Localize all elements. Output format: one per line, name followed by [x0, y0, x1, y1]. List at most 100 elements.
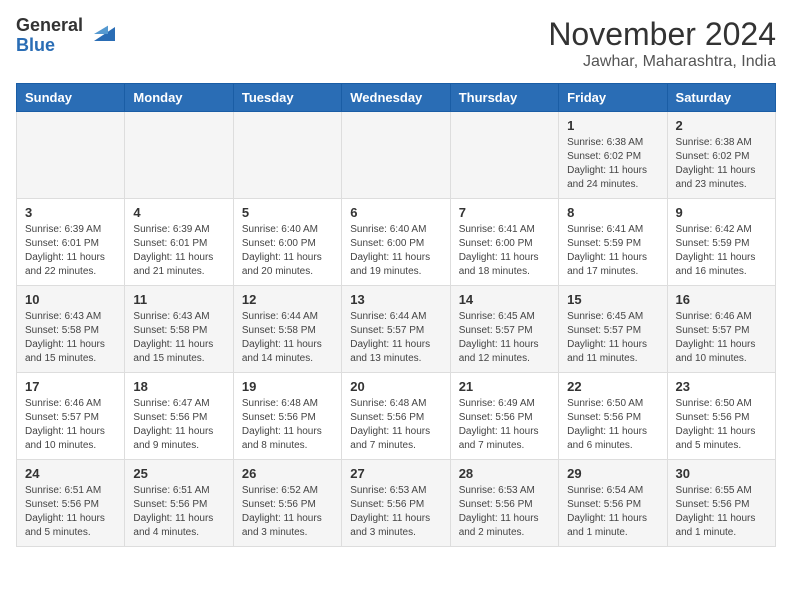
logo-blue: Blue: [16, 36, 83, 56]
day-number: 1: [567, 118, 658, 133]
logo: General Blue: [16, 16, 115, 56]
location: Jawhar, Maharashtra, India: [548, 53, 776, 71]
day-info: Sunrise: 6:46 AM Sunset: 5:57 PM Dayligh…: [25, 397, 116, 453]
calendar-week-row: 10 Sunrise: 6:43 AM Sunset: 5:58 PM Dayli…: [17, 286, 776, 373]
day-info: Sunrise: 6:45 AM Sunset: 5:57 PM Dayligh…: [459, 310, 550, 366]
day-info: Sunrise: 6:54 AM Sunset: 5:56 PM Dayligh…: [567, 484, 658, 540]
calendar-cell: [450, 112, 558, 199]
header-wednesday: Wednesday: [342, 84, 450, 112]
day-number: 15: [567, 292, 658, 307]
calendar-cell: 22 Sunrise: 6:50 AM Sunset: 5:56 PM Dayli…: [559, 373, 667, 460]
header-tuesday: Tuesday: [233, 84, 341, 112]
day-info: Sunrise: 6:50 AM Sunset: 5:56 PM Dayligh…: [676, 397, 767, 453]
day-info: Sunrise: 6:41 AM Sunset: 5:59 PM Dayligh…: [567, 223, 658, 279]
calendar-cell: 7 Sunrise: 6:41 AM Sunset: 6:00 PM Daylig…: [450, 199, 558, 286]
day-info: Sunrise: 6:50 AM Sunset: 5:56 PM Dayligh…: [567, 397, 658, 453]
day-number: 9: [676, 205, 767, 220]
calendar-cell: 15 Sunrise: 6:45 AM Sunset: 5:57 PM Dayli…: [559, 286, 667, 373]
calendar-week-row: 17Sunrise: 6:46 AM Sunset: 5:57 PM Dayli…: [17, 373, 776, 460]
day-info: Sunrise: 6:51 AM Sunset: 5:56 PM Dayligh…: [25, 484, 116, 540]
day-info: Sunrise: 6:39 AM Sunset: 6:01 PM Dayligh…: [25, 223, 116, 279]
calendar-week-row: 1 Sunrise: 6:38 AM Sunset: 6:02 PM Daylig…: [17, 112, 776, 199]
calendar-cell: 1 Sunrise: 6:38 AM Sunset: 6:02 PM Daylig…: [559, 112, 667, 199]
calendar-cell: 29 Sunrise: 6:54 AM Sunset: 5:56 PM Dayli…: [559, 460, 667, 547]
page-header: General Blue November 2024 Jawhar, Mahar…: [16, 16, 776, 71]
calendar-cell: 17Sunrise: 6:46 AM Sunset: 5:57 PM Dayli…: [17, 373, 125, 460]
calendar-header-row: SundayMondayTuesdayWednesdayThursdayFrid…: [17, 84, 776, 112]
day-info: Sunrise: 6:44 AM Sunset: 5:58 PM Dayligh…: [242, 310, 333, 366]
header-friday: Friday: [559, 84, 667, 112]
day-info: Sunrise: 6:38 AM Sunset: 6:02 PM Dayligh…: [676, 136, 767, 192]
day-number: 23: [676, 379, 767, 394]
day-number: 22: [567, 379, 658, 394]
calendar-cell: 5 Sunrise: 6:40 AM Sunset: 6:00 PM Daylig…: [233, 199, 341, 286]
day-info: Sunrise: 6:43 AM Sunset: 5:58 PM Dayligh…: [25, 310, 116, 366]
day-info: Sunrise: 6:53 AM Sunset: 5:56 PM Dayligh…: [459, 484, 550, 540]
calendar-cell: 14Sunrise: 6:45 AM Sunset: 5:57 PM Dayli…: [450, 286, 558, 373]
calendar-cell: [125, 112, 233, 199]
day-number: 19: [242, 379, 333, 394]
day-number: 16: [676, 292, 767, 307]
day-number: 6: [350, 205, 441, 220]
day-number: 21: [459, 379, 550, 394]
calendar-cell: 24Sunrise: 6:51 AM Sunset: 5:56 PM Dayli…: [17, 460, 125, 547]
calendar-cell: 28 Sunrise: 6:53 AM Sunset: 5:56 PM Dayli…: [450, 460, 558, 547]
header-saturday: Saturday: [667, 84, 775, 112]
calendar-cell: [342, 112, 450, 199]
header-thursday: Thursday: [450, 84, 558, 112]
day-number: 8: [567, 205, 658, 220]
day-info: Sunrise: 6:52 AM Sunset: 5:56 PM Dayligh…: [242, 484, 333, 540]
day-info: Sunrise: 6:44 AM Sunset: 5:57 PM Dayligh…: [350, 310, 441, 366]
calendar-week-row: 24Sunrise: 6:51 AM Sunset: 5:56 PM Dayli…: [17, 460, 776, 547]
day-number: 11: [133, 292, 224, 307]
day-number: 18: [133, 379, 224, 394]
day-number: 7: [459, 205, 550, 220]
day-info: Sunrise: 6:40 AM Sunset: 6:00 PM Dayligh…: [242, 223, 333, 279]
day-info: Sunrise: 6:38 AM Sunset: 6:02 PM Dayligh…: [567, 136, 658, 192]
header-monday: Monday: [125, 84, 233, 112]
logo-icon: [87, 20, 115, 48]
day-info: Sunrise: 6:42 AM Sunset: 5:59 PM Dayligh…: [676, 223, 767, 279]
calendar-cell: 18 Sunrise: 6:47 AM Sunset: 5:56 PM Dayli…: [125, 373, 233, 460]
day-info: Sunrise: 6:55 AM Sunset: 5:56 PM Dayligh…: [676, 484, 767, 540]
calendar-cell: 10 Sunrise: 6:43 AM Sunset: 5:58 PM Dayli…: [17, 286, 125, 373]
day-number: 25: [133, 466, 224, 481]
calendar-table: SundayMondayTuesdayWednesdayThursdayFrid…: [16, 83, 776, 547]
calendar-cell: 9 Sunrise: 6:42 AM Sunset: 5:59 PM Daylig…: [667, 199, 775, 286]
day-number: 27: [350, 466, 441, 481]
day-number: 30: [676, 466, 767, 481]
day-number: 3: [25, 205, 116, 220]
calendar-cell: 6 Sunrise: 6:40 AM Sunset: 6:00 PM Daylig…: [342, 199, 450, 286]
day-info: Sunrise: 6:49 AM Sunset: 5:56 PM Dayligh…: [459, 397, 550, 453]
day-info: Sunrise: 6:39 AM Sunset: 6:01 PM Dayligh…: [133, 223, 224, 279]
day-number: 29: [567, 466, 658, 481]
day-info: Sunrise: 6:45 AM Sunset: 5:57 PM Dayligh…: [567, 310, 658, 366]
header-sunday: Sunday: [17, 84, 125, 112]
day-number: 10: [25, 292, 116, 307]
calendar-cell: 20 Sunrise: 6:48 AM Sunset: 5:56 PM Dayli…: [342, 373, 450, 460]
day-number: 26: [242, 466, 333, 481]
day-info: Sunrise: 6:47 AM Sunset: 5:56 PM Dayligh…: [133, 397, 224, 453]
calendar-cell: 21 Sunrise: 6:49 AM Sunset: 5:56 PM Dayli…: [450, 373, 558, 460]
day-number: 20: [350, 379, 441, 394]
calendar-cell: 11Sunrise: 6:43 AM Sunset: 5:58 PM Dayli…: [125, 286, 233, 373]
day-info: Sunrise: 6:41 AM Sunset: 6:00 PM Dayligh…: [459, 223, 550, 279]
day-number: 28: [459, 466, 550, 481]
calendar-cell: 8 Sunrise: 6:41 AM Sunset: 5:59 PM Daylig…: [559, 199, 667, 286]
calendar-cell: 3 Sunrise: 6:39 AM Sunset: 6:01 PM Daylig…: [17, 199, 125, 286]
calendar-cell: 27 Sunrise: 6:53 AM Sunset: 5:56 PM Dayli…: [342, 460, 450, 547]
day-info: Sunrise: 6:48 AM Sunset: 5:56 PM Dayligh…: [242, 397, 333, 453]
calendar-cell: 23 Sunrise: 6:50 AM Sunset: 5:56 PM Dayli…: [667, 373, 775, 460]
day-info: Sunrise: 6:53 AM Sunset: 5:56 PM Dayligh…: [350, 484, 441, 540]
day-number: 12: [242, 292, 333, 307]
day-info: Sunrise: 6:51 AM Sunset: 5:56 PM Dayligh…: [133, 484, 224, 540]
calendar-cell: 26 Sunrise: 6:52 AM Sunset: 5:56 PM Dayli…: [233, 460, 341, 547]
calendar-cell: 13Sunrise: 6:44 AM Sunset: 5:57 PM Dayli…: [342, 286, 450, 373]
calendar-week-row: 3 Sunrise: 6:39 AM Sunset: 6:01 PM Daylig…: [17, 199, 776, 286]
month-title: November 2024: [548, 16, 776, 53]
logo-text: General Blue: [16, 16, 83, 56]
day-info: Sunrise: 6:46 AM Sunset: 5:57 PM Dayligh…: [676, 310, 767, 366]
day-info: Sunrise: 6:48 AM Sunset: 5:56 PM Dayligh…: [350, 397, 441, 453]
day-number: 5: [242, 205, 333, 220]
day-info: Sunrise: 6:40 AM Sunset: 6:00 PM Dayligh…: [350, 223, 441, 279]
